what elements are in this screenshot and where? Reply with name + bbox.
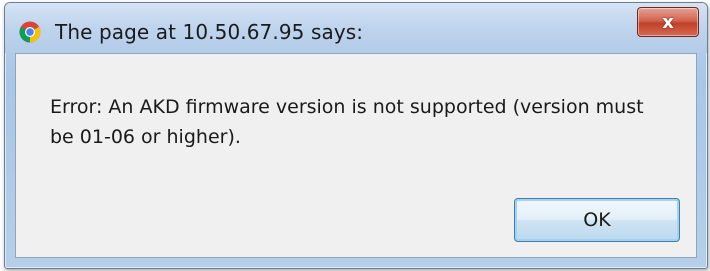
ok-button[interactable]: OK — [514, 198, 680, 242]
error-message: Error: An AKD firmware version is not su… — [50, 96, 644, 148]
alert-dialog-window: The page at 10.50.67.95 says: x Error: A… — [4, 2, 708, 269]
close-icon: x — [662, 12, 674, 33]
dialog-body: Error: An AKD firmware version is not su… — [15, 53, 697, 258]
chrome-icon — [19, 21, 41, 43]
dialog-title: The page at 10.50.67.95 says: — [55, 20, 364, 44]
close-button[interactable]: x — [637, 7, 699, 37]
dialog-titlebar[interactable]: The page at 10.50.67.95 says: x — [5, 3, 707, 53]
